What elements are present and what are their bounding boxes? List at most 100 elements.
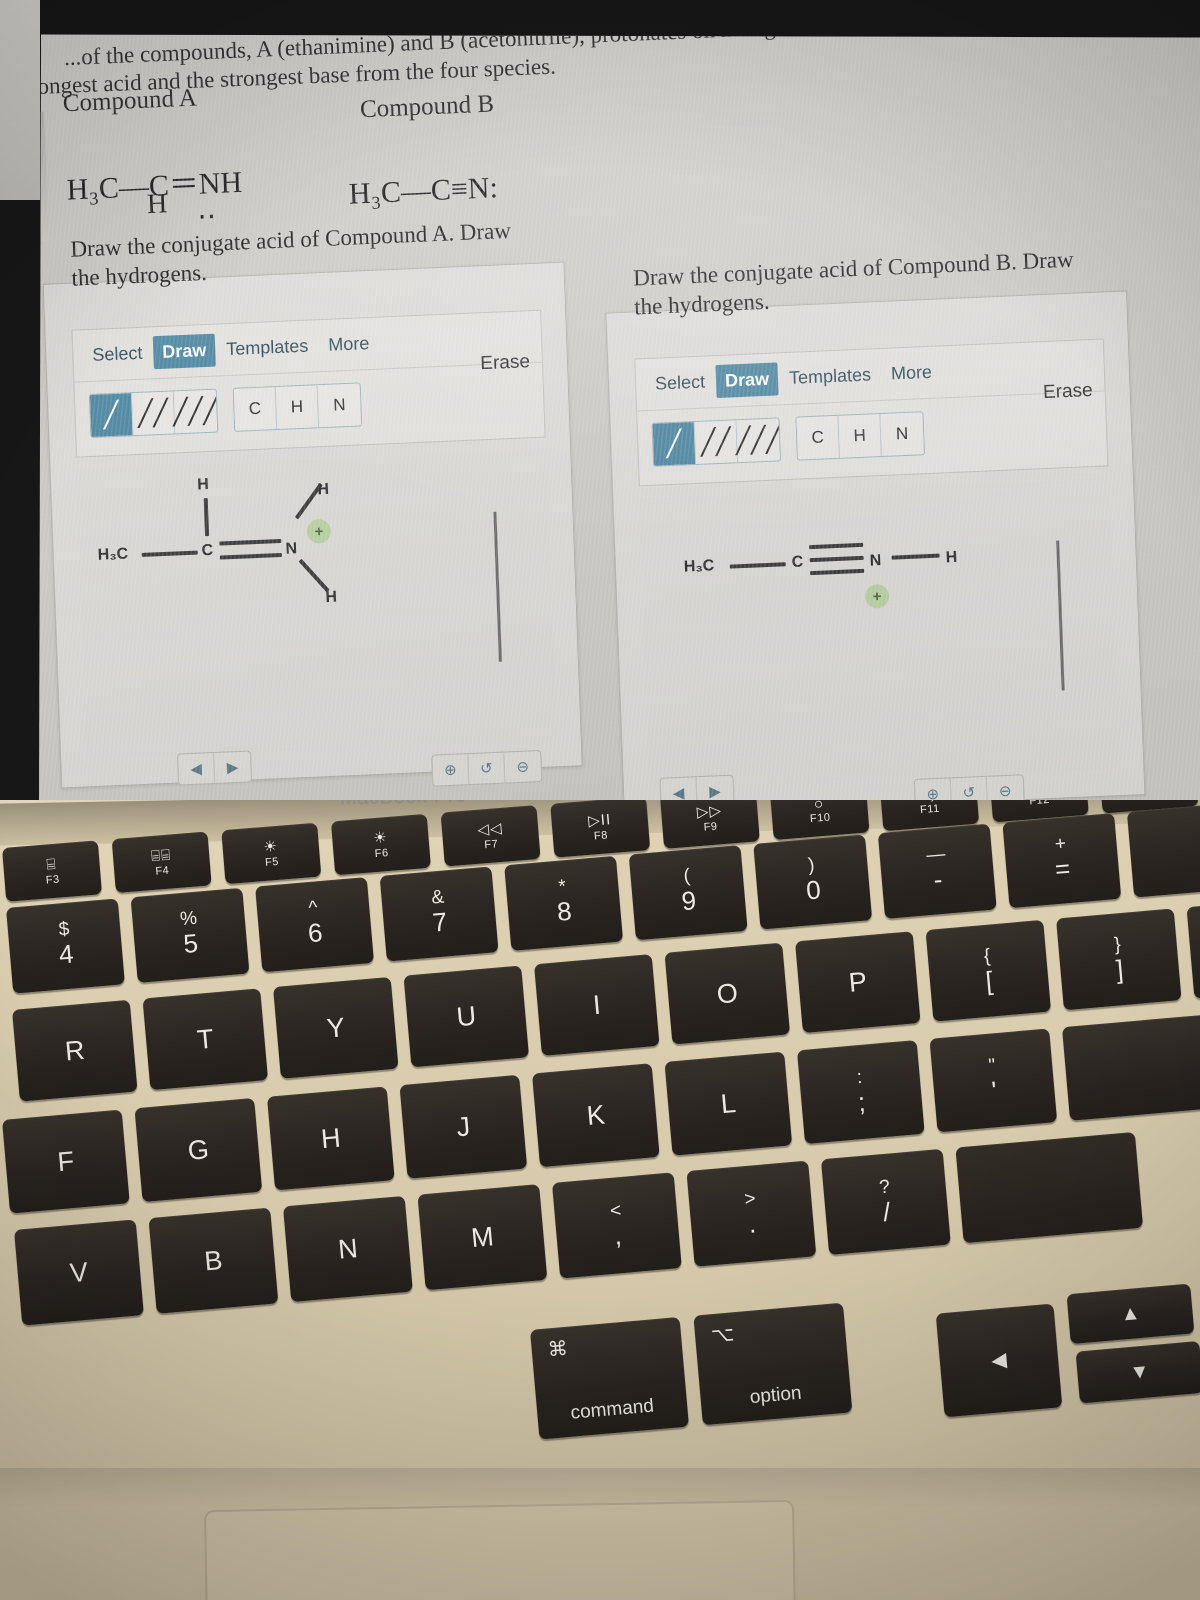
tab-select[interactable]: Select [83,336,152,372]
key-slash[interactable]: ? / [820,1148,951,1256]
key-f4[interactable]: ⌸⌸ F4 [111,831,212,894]
key-n[interactable]: N [282,1195,413,1303]
erase-button[interactable]: Erase [1043,380,1093,404]
key-v[interactable]: V [14,1219,144,1326]
single-bond-button[interactable]: ╱ [89,393,134,437]
rewind-icon: ◁◁ [476,819,504,839]
tab-more[interactable]: More [881,355,941,390]
bond-triple-bottom [810,568,865,576]
arrow-left-icon[interactable]: ◀ [178,752,216,785]
key-0[interactable]: ) 0 [753,834,873,930]
key-g[interactable]: G [134,1097,263,1203]
key-arrow-left[interactable]: ◀ [935,1303,1063,1418]
key-f9[interactable]: ▷▷ F9 [659,800,760,849]
option-icon: ⌥ [710,1323,736,1348]
fast-forward-icon: ▷▷ [696,801,723,821]
key-arrow-up[interactable]: ▲ [1066,1283,1195,1345]
atom-button-c[interactable]: C [796,415,840,460]
tab-draw[interactable]: Draw [152,333,216,370]
key-y[interactable]: Y [273,976,399,1079]
triple-bond-button[interactable]: ╱╱╱ [735,418,781,463]
tab-select[interactable]: Select [646,365,715,401]
panel-a-zoom-group: ⊕ ↺ ⊖ [431,749,543,787]
key-f7[interactable]: ◁◁ F7 [440,805,541,867]
tab-templates[interactable]: Templates [217,329,318,366]
play-pause-icon: ▷II [587,810,612,830]
key-k[interactable]: K [531,1063,660,1168]
key-f[interactable]: F [2,1109,130,1214]
undo-icon[interactable]: ↺ [468,752,506,785]
key-9[interactable]: (9 [628,845,748,941]
key-arrow-down[interactable]: ▼ [1075,1340,1200,1404]
bond-button-group: ╱ ╱╱ ╱╱╱ [88,388,219,439]
bond-n-to-h-lower [298,558,330,593]
atom-button-n[interactable]: N [317,383,362,428]
key-equals[interactable]: + = [1002,813,1122,909]
arrow-right-icon[interactable]: ▶ [214,751,251,783]
key-o[interactable]: O [664,942,791,1045]
drawn-atom-methyl: H₃C [97,545,129,564]
drawn-atom-n: N [869,552,882,570]
trackpad[interactable] [203,1499,797,1600]
key-delete[interactable]: delete [1126,800,1200,898]
key-minus[interactable]: — - [877,823,997,919]
panel-b-tab-strip: Select Draw Templates More [635,339,1105,412]
key-u[interactable]: U [403,965,530,1068]
atom-button-h[interactable]: H [275,385,320,430]
key-8[interactable]: * 8 [504,855,624,951]
key-j[interactable]: J [399,1074,528,1179]
key-f8[interactable]: ▷II F8 [550,800,651,858]
key-option-right[interactable]: ⌥ option [693,1302,853,1426]
key-command-right[interactable]: ⌘ command [530,1316,690,1440]
key-bracket-right[interactable]: }] [1056,908,1182,1011]
key-quote[interactable]: " ' [929,1028,1058,1133]
double-bond-button[interactable]: ╱╱ [694,420,739,464]
atom-button-h[interactable]: H [838,414,882,458]
mission-control-icon: ⌸ [45,855,58,873]
key-semicolon[interactable]: :; [796,1039,925,1145]
key-f3[interactable]: ⌸ F3 [2,840,103,902]
panel-a-canvas[interactable]: H₃C C H N H H + [76,449,557,760]
key-h[interactable]: H [266,1086,395,1191]
erase-button[interactable]: Erase [480,351,530,375]
key-4[interactable]: $4 [6,898,125,994]
tab-more[interactable]: More [319,327,379,362]
zoom-in-icon[interactable]: ⊕ [432,754,470,786]
panel-b-canvas[interactable]: H₃C C N H + [639,478,1120,789]
key-m[interactable]: M [417,1184,548,1291]
key-l[interactable]: L [664,1051,793,1156]
panel-a-prompt: Draw the conjugate acid of Compound A. D… [70,217,512,291]
key-6[interactable]: ^ 6 [255,877,375,973]
zoom-out-icon[interactable]: ⊖ [504,751,541,783]
key-f5[interactable]: ☀ F5 [221,822,322,885]
key-b[interactable]: B [148,1207,279,1314]
single-bond-button[interactable]: ╱ [652,421,697,466]
key-f6[interactable]: ☀ F6 [330,813,431,876]
triple-bond-button[interactable]: ╱╱╱ [172,389,218,434]
atom-button-c[interactable]: C [233,387,278,431]
key-5[interactable]: % 5 [130,887,250,984]
key-i[interactable]: I [534,954,660,1056]
key-backslash[interactable]: |\ [1186,896,1200,999]
key-comma[interactable]: <, [551,1172,682,1279]
panel-a-tab-strip: Select Draw Templates More [72,310,542,383]
key-f10[interactable]: ဝ F10 [769,800,870,841]
key-r[interactable]: R [12,999,138,1102]
key-shift-right[interactable] [955,1131,1144,1244]
volume-down-icon: ဝ) [920,800,937,803]
screen-content: ...of the compounds, A (ethanimine) and … [38,34,1200,828]
command-icon: ⌘ [546,1337,569,1362]
key-7[interactable]: & 7 [379,866,499,962]
atom-button-n[interactable]: N [880,412,924,457]
key-period[interactable]: >. [686,1160,817,1267]
key-return[interactable]: retu [1061,1011,1200,1121]
bond-triple-mid [809,555,864,563]
keyboard: ⌸F3 ⌸⌸F4 ☀F5 ☀F6 ◁◁F7 ▷IIF8 ▷▷F9 ဝF10 ဝ)… [0,800,1200,1470]
compound-a-sub-hydrogen: H [146,188,168,221]
tab-draw[interactable]: Draw [715,362,779,399]
key-bracket-left[interactable]: {[ [925,919,1052,1022]
tab-templates[interactable]: Templates [779,358,880,395]
key-t[interactable]: T [142,988,269,1091]
double-bond-button[interactable]: ╱╱ [131,391,176,436]
key-p[interactable]: P [795,931,921,1034]
